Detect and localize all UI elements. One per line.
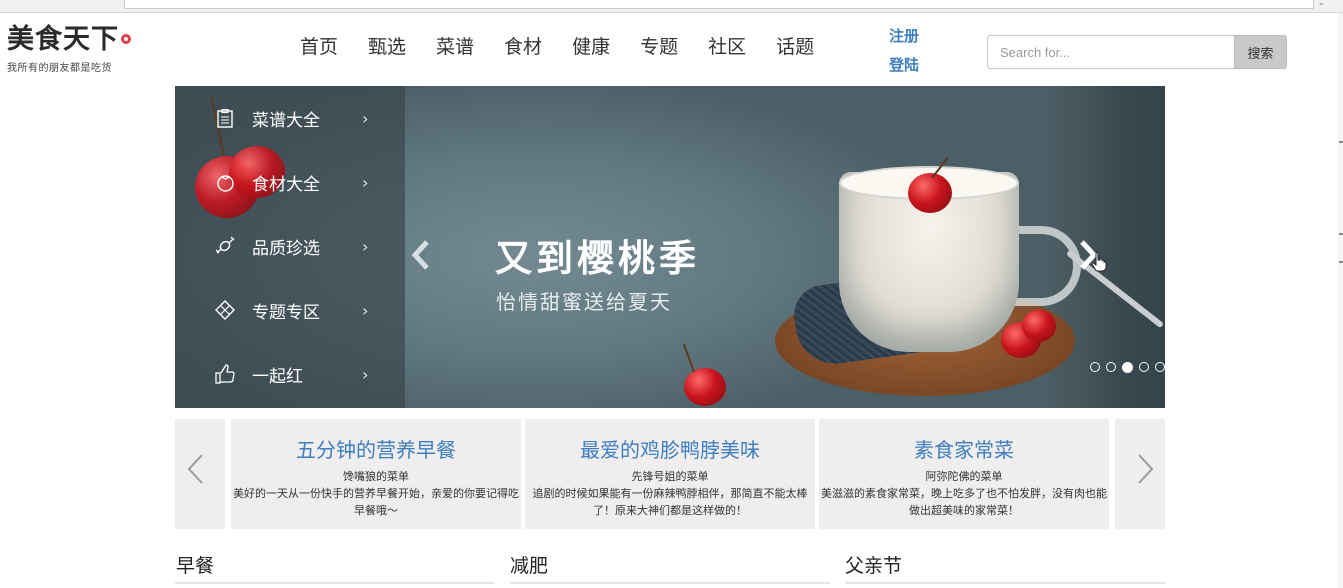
menu-item-label: 专题专区: [252, 302, 320, 323]
menu-item-recipes[interactable]: 菜谱大全 ›: [175, 86, 405, 150]
slide-dot[interactable]: [1139, 362, 1149, 372]
carousel-card[interactable]: 五分钟的营养早餐 馋嘴狼的菜单 美好的一天从一份快手的营养早餐开始，亲爱的你要记…: [231, 419, 521, 529]
cherry-image: [684, 368, 726, 406]
auth-links: 注册 登陆: [889, 22, 919, 80]
logo-dot-icon: [121, 34, 131, 44]
carousel-prev-button[interactable]: [175, 419, 225, 529]
menu-item-label: 菜谱大全: [252, 110, 320, 131]
clipboard-icon: [215, 108, 235, 128]
card-description: 美滋滋的素食家常菜，晚上吃多了也不怕发胖，没有肉也能做出超美味的家常菜！: [821, 487, 1107, 517]
login-link[interactable]: 登陆: [889, 51, 919, 80]
cherry-image: [908, 173, 952, 213]
main-nav: 首页 甄选 菜谱 食材 健康 专题 社区 话题: [300, 34, 844, 60]
slide-dot[interactable]: [1090, 362, 1100, 372]
slide-dot-active[interactable]: [1122, 362, 1133, 373]
chevron-right-icon: ›: [362, 364, 369, 384]
category-heading-breakfast[interactable]: 早餐: [176, 551, 214, 578]
thumbs-up-icon: [215, 364, 235, 384]
card-author: 馋嘴狼的菜单: [343, 470, 409, 483]
card-title[interactable]: 最爱的鸡胗鸭脖美味: [525, 437, 815, 463]
chevron-right-icon: ›: [362, 300, 369, 320]
logo-subtitle: 我所有的朋友都是吃货: [7, 63, 112, 74]
search-input[interactable]: [987, 35, 1234, 69]
chevron-left-icon: [411, 240, 429, 270]
diamond-grid-icon: [215, 300, 235, 320]
banner-subline: 怡情甜蜜送给夏天: [496, 290, 672, 314]
recipe-carousel: 五分钟的营养早餐 馋嘴狼的菜单 美好的一天从一份快手的营养早餐开始，亲爱的你要记…: [175, 419, 1165, 529]
menu-item-label: 一起红: [252, 366, 303, 387]
menu-item-popular[interactable]: 一起红 ›: [175, 342, 405, 406]
chevron-right-icon: ›: [362, 236, 369, 256]
nav-item-health[interactable]: 健康: [572, 34, 610, 60]
search-button[interactable]: 搜索: [1234, 35, 1287, 69]
slide-dot[interactable]: [1106, 362, 1116, 372]
scroll-marker: [1339, 233, 1343, 235]
category-heading-fathers-day[interactable]: 父亲节: [845, 551, 902, 578]
slide-indicators: [1090, 362, 1165, 373]
menu-item-label: 食材大全: [252, 174, 320, 195]
candy-icon: [215, 236, 235, 256]
card-author: 先锋号姐的菜单: [631, 470, 709, 483]
scrollbar[interactable]: [1338, 13, 1343, 588]
slide-dot[interactable]: [1155, 362, 1165, 372]
banner-prev-arrow[interactable]: [407, 236, 437, 276]
banner-headline: 又到樱桃季: [495, 237, 700, 280]
category-divider: [845, 582, 1165, 584]
hero-banner[interactable]: 菜谱大全 › 食材大全 › 品质珍选 › 专题专区 › 一起红 › 又到樱桃季 …: [175, 86, 1165, 408]
card-title[interactable]: 五分钟的营养早餐: [231, 437, 521, 463]
register-link[interactable]: 注册: [889, 22, 919, 51]
card-author: 阿弥陀佛的菜单: [925, 470, 1003, 483]
scroll-marker: [1339, 141, 1343, 143]
nav-item-topics[interactable]: 专题: [640, 34, 678, 60]
site-logo[interactable]: 美食天下 我所有的朋友都是吃货: [7, 24, 131, 74]
nav-item-home[interactable]: 首页: [300, 34, 338, 60]
chevron-right-icon: ›: [362, 172, 369, 192]
category-menu: 菜谱大全 › 食材大全 › 品质珍选 › 专题专区 › 一起红 ›: [175, 86, 405, 408]
category-heading-diet[interactable]: 减肥: [510, 551, 548, 578]
nav-item-subjects[interactable]: 话题: [776, 34, 814, 60]
address-bar[interactable]: [124, 0, 1314, 9]
menu-item-label: 品质珍选: [252, 238, 320, 259]
chevron-down-icon[interactable]: ⌄: [1317, 0, 1325, 8]
logo-title: 美食天下: [7, 24, 119, 55]
cherry-image: [1022, 310, 1056, 342]
carousel-card[interactable]: 最爱的鸡胗鸭脖美味 先锋号姐的菜单 追剧的时候如果能有一份麻辣鸭脖相伴，那简直不…: [525, 419, 815, 529]
browser-chrome: ⌄: [0, 0, 1343, 13]
nav-item-ingredients[interactable]: 食材: [504, 34, 542, 60]
nav-item-selection[interactable]: 甄选: [368, 34, 406, 60]
card-description: 追剧的时候如果能有一份麻辣鸭脖相伴，那简直不能太棒了！原来大神们都是这样做的！: [532, 487, 808, 517]
scroll-marker: [1339, 261, 1343, 263]
category-divider: [175, 582, 495, 584]
menu-item-specials[interactable]: 专题专区 ›: [175, 278, 405, 342]
nav-item-community[interactable]: 社区: [708, 34, 746, 60]
category-divider: [510, 582, 830, 584]
chevron-right-icon: ›: [362, 108, 369, 128]
carousel-next-button[interactable]: [1115, 419, 1165, 529]
carousel-card[interactable]: 素食家常菜 阿弥陀佛的菜单 美滋滋的素食家常菜，晚上吃多了也不怕发胖，没有肉也能…: [819, 419, 1109, 529]
menu-item-quality[interactable]: 品质珍选 ›: [175, 214, 405, 278]
card-description: 美好的一天从一份快手的营养早餐开始，亲爱的你要记得吃早餐哦～: [233, 487, 519, 517]
search-bar: 搜索: [987, 35, 1287, 69]
hand-cursor-icon: [1091, 252, 1107, 276]
menu-item-ingredients[interactable]: 食材大全 ›: [175, 150, 405, 214]
chevron-right-icon: [1138, 454, 1154, 484]
tomato-icon: [215, 172, 235, 192]
nav-item-recipes[interactable]: 菜谱: [436, 34, 474, 60]
card-title[interactable]: 素食家常菜: [819, 437, 1109, 463]
chevron-left-icon: [187, 454, 203, 484]
